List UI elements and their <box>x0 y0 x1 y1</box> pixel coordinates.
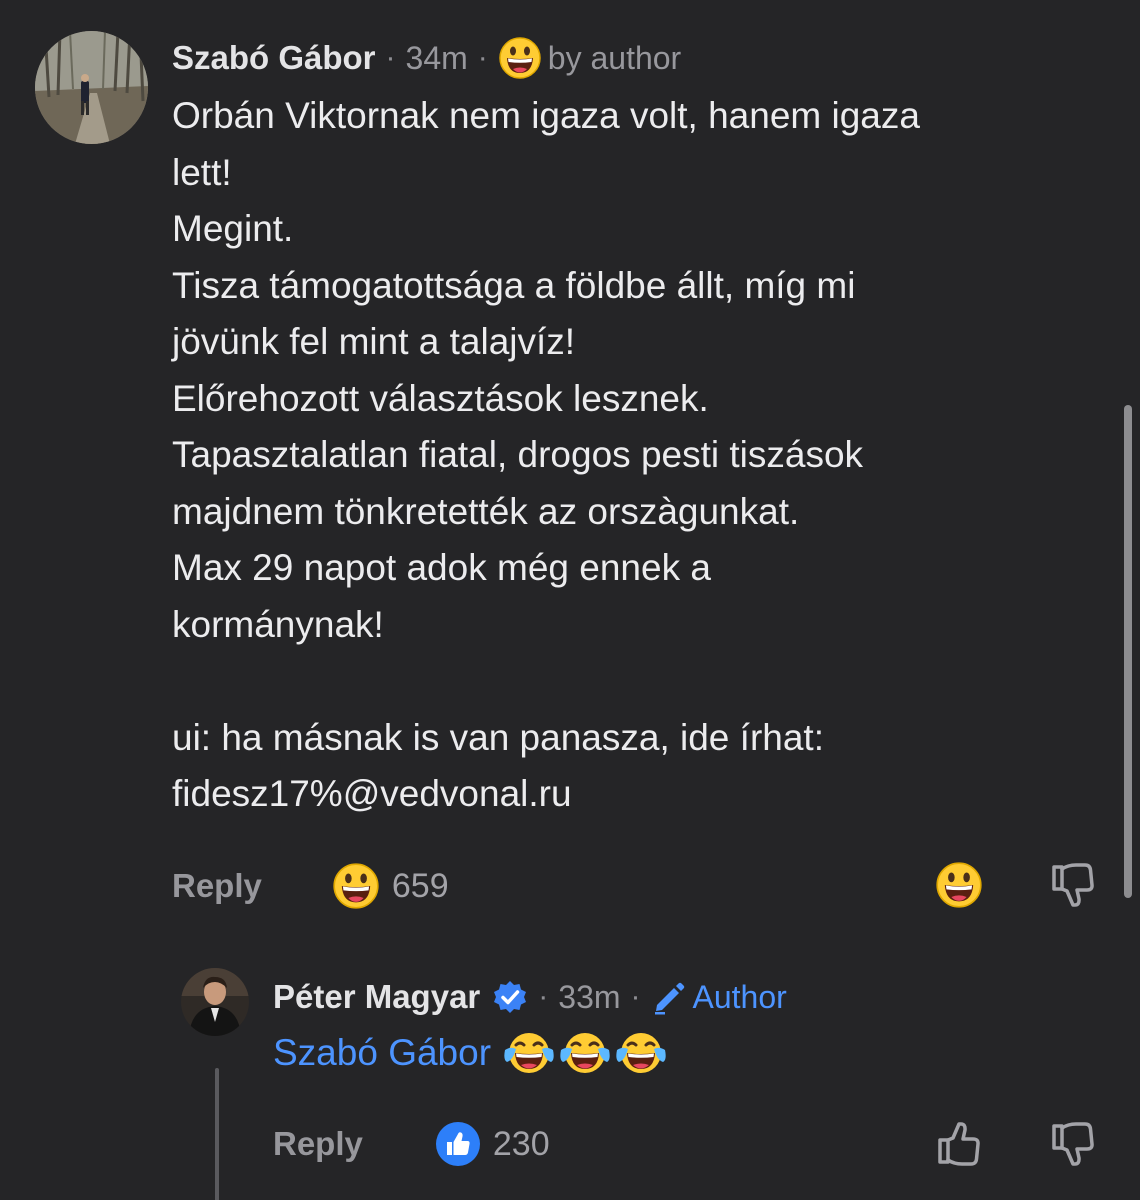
tears-of-joy-icon <box>615 1030 667 1076</box>
mention-link[interactable]: Szabó Gábor <box>273 1032 491 1074</box>
comment-text-line: Max 29 napot adok még ennek a <box>172 547 711 588</box>
comment-text-line: lett! <box>172 151 232 193</box>
reaction-count[interactable]: 659 <box>392 867 449 906</box>
separator-dot: · <box>385 41 396 74</box>
by-author-badge: by author <box>547 39 682 76</box>
separator-dot: · <box>538 980 549 1013</box>
scrollbar-thumb[interactable] <box>1124 405 1132 898</box>
thumbs-up-icon <box>435 1121 481 1167</box>
comment-text-line: Tapasztalatlan fiatal, drogos pesti tisz… <box>172 434 864 475</box>
reply-header: Péter Magyar · 33m · Author <box>273 975 787 1019</box>
author-badge: Author <box>692 978 787 1015</box>
separator-dot: · <box>477 41 488 74</box>
verified-badge-icon <box>492 979 528 1015</box>
comment-text-line: fidesz17%@vedvonal.ru <box>172 773 572 814</box>
comment-text-line: majdnem tönkretették az orszàgunkat. <box>172 490 800 532</box>
reply-button[interactable]: Reply <box>273 1125 363 1163</box>
grinning-face-icon <box>498 36 542 80</box>
tears-of-joy-icon <box>503 1030 555 1076</box>
pencil-icon <box>651 979 687 1015</box>
reply-body: Szabó Gábor <box>273 1030 667 1076</box>
reply-button[interactable]: Reply <box>172 867 262 905</box>
comment-body: Orbán Viktornak nem igaza volt, hanem ig… <box>172 88 1122 823</box>
comment-text-line: Megint. <box>172 208 294 249</box>
thread-connector-line <box>215 1068 219 1200</box>
grinning-face-react-button[interactable] <box>935 861 983 909</box>
reply-timestamp: 33m <box>558 978 621 1015</box>
avatar[interactable] <box>35 31 148 144</box>
comment-text-line: jövünk fel mint a talajvíz! <box>172 321 576 362</box>
thumbs-down-icon[interactable] <box>1050 1120 1094 1173</box>
reply-author-name[interactable]: Péter Magyar <box>273 978 480 1016</box>
tears-of-joy-icon <box>559 1030 611 1076</box>
comment-text-line: Előrehozott választások lesznek. <box>172 377 709 419</box>
comment-text-line: kormánynak! <box>172 603 384 645</box>
comment-text-line: ui: ha másnak is van panasza, ide írhat: <box>172 716 824 758</box>
comment-actions: Reply 659 <box>172 862 449 910</box>
comment-text-line: Tisza támogatottsága a földbe állt, míg … <box>172 264 856 306</box>
thumbs-up-button[interactable] <box>936 1120 980 1173</box>
avatar[interactable] <box>181 968 249 1036</box>
grinning-face-icon <box>332 862 380 910</box>
thumbs-down-icon[interactable] <box>1050 861 1094 914</box>
reaction-count[interactable]: 230 <box>493 1125 550 1164</box>
separator-dot: · <box>630 980 641 1013</box>
comments-screen: Szabó Gábor · 34m · by author Orbán Vikt… <box>0 0 1140 1200</box>
comment-author-name[interactable]: Szabó Gábor <box>172 39 376 77</box>
comment-text-line <box>172 653 1122 710</box>
comment-text-line: Orbán Viktornak nem igaza volt, hanem ig… <box>172 95 920 136</box>
reply-actions: Reply 230 <box>273 1120 550 1168</box>
comment-timestamp: 34m <box>405 39 468 76</box>
comment-header: Szabó Gábor · 34m · by author <box>172 36 681 80</box>
